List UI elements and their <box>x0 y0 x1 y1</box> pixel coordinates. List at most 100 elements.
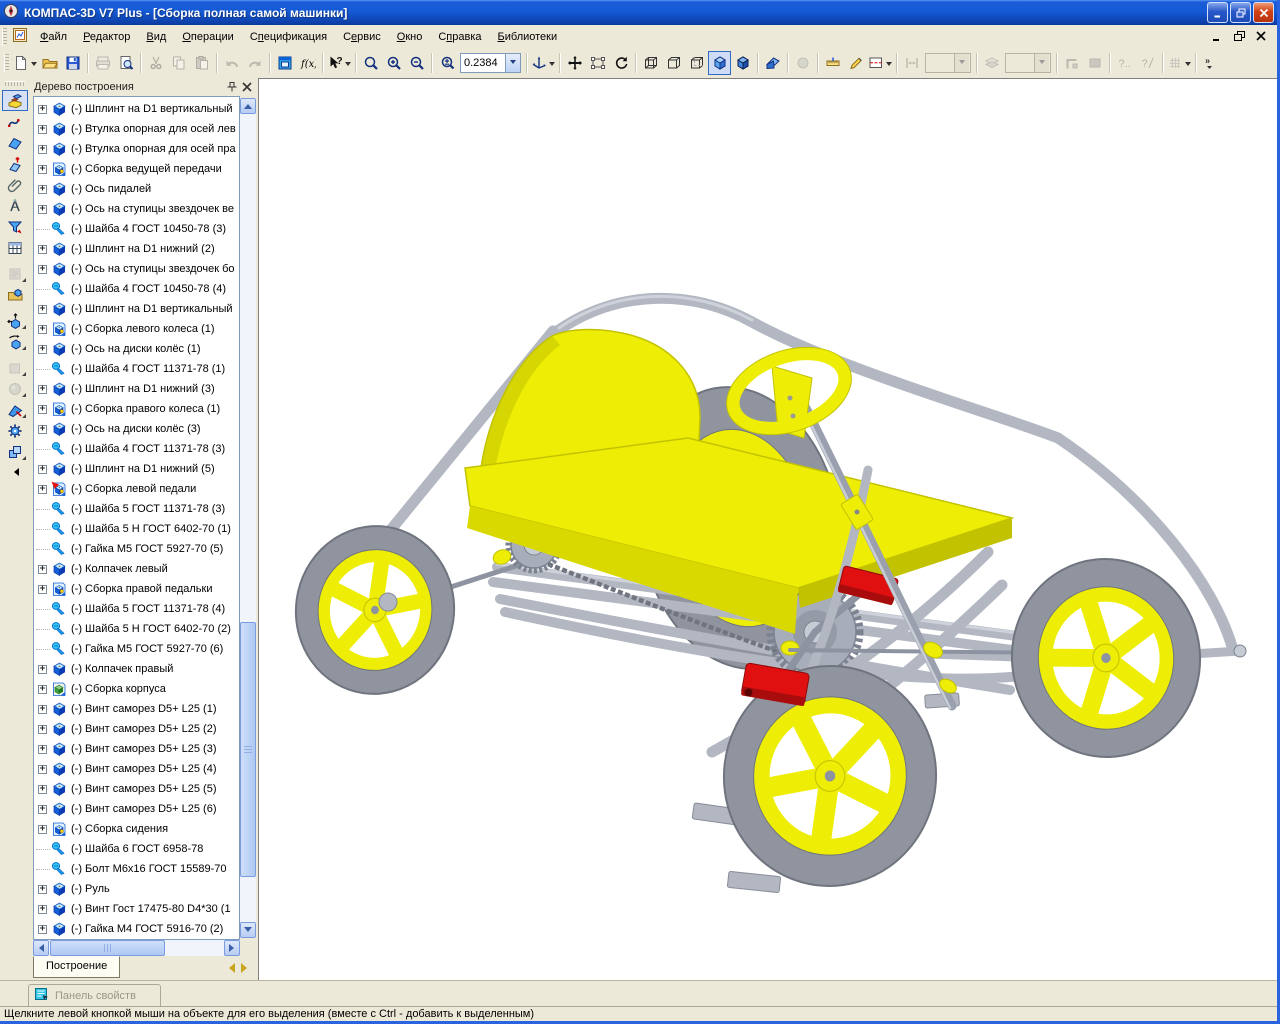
what-object-button[interactable]: ? <box>1136 51 1159 75</box>
tree-item[interactable]: (-) Шайба 4 ГОСТ 10450-78 (4) <box>36 279 239 299</box>
scroll-up-button[interactable] <box>240 98 256 114</box>
close-button[interactable] <box>1253 2 1274 23</box>
tree-item[interactable]: +(-) Сборка корпуса <box>36 679 239 699</box>
section-view-button[interactable] <box>867 51 893 75</box>
combo-dropdown-icon[interactable] <box>505 54 520 72</box>
mdi-close-button[interactable] <box>1253 30 1269 44</box>
tree-item[interactable]: (-) Шайба 4 ГОСТ 11371-78 (3) <box>36 439 239 459</box>
new-document-button[interactable] <box>12 51 38 75</box>
tree-expander[interactable]: + <box>38 585 47 594</box>
attachments-button[interactable] <box>2 174 28 195</box>
tree-expander[interactable]: + <box>38 265 47 274</box>
pin-icon[interactable] <box>224 80 239 94</box>
menu-5[interactable]: Сервис <box>335 28 389 46</box>
tree-item[interactable]: +(-) Шплинт на D1 вертикальный <box>36 299 239 319</box>
tab-scroll-left-icon[interactable] <box>224 963 235 973</box>
flyout-arrow-icon[interactable] <box>10 468 19 476</box>
restore-button[interactable] <box>1230 2 1251 23</box>
tree-item[interactable]: (-) Шайба 6 ГОСТ 6958-78 <box>36 839 239 859</box>
rotate-view-button[interactable] <box>609 51 632 75</box>
tree-item[interactable]: (-) Шайба 5 ГОСТ 11371-78 (4) <box>36 599 239 619</box>
tree-item[interactable]: +(-) Руль <box>36 879 239 899</box>
menu-3[interactable]: Операции <box>174 28 241 46</box>
tree-expander[interactable]: + <box>38 125 47 134</box>
tree-item[interactable]: +(-) Шплинт на D1 вертикальный <box>36 99 239 119</box>
frame-zoom-button[interactable] <box>586 51 609 75</box>
tree-expander[interactable]: + <box>38 205 47 214</box>
minimize-button[interactable] <box>1207 2 1228 23</box>
measure-compass-button[interactable] <box>2 195 28 216</box>
tree-expander[interactable]: + <box>38 665 47 674</box>
zoom-in-button[interactable] <box>382 51 405 75</box>
zoom-by-scale-button[interactable] <box>435 51 458 75</box>
library-folder-button[interactable] <box>2 284 28 305</box>
tree-expander[interactable]: + <box>38 705 47 714</box>
tree-item[interactable]: +(-) Сборка левой педали <box>36 479 239 499</box>
tree-expander[interactable]: + <box>38 905 47 914</box>
close-panel-icon[interactable] <box>239 80 254 94</box>
menu-0[interactable]: Файл <box>32 28 75 46</box>
dropdown-arrow-icon[interactable] <box>31 62 37 69</box>
redraw-brush-button[interactable] <box>844 51 867 75</box>
zoom-out-button[interactable] <box>405 51 428 75</box>
tree-expander[interactable]: + <box>38 405 47 414</box>
dropdown-arrow-icon[interactable] <box>1185 62 1191 69</box>
tree-item[interactable]: +(-) Винт саморез D5+ L25 (1) <box>36 699 239 719</box>
tree-item[interactable]: +(-) Шплинт на D1 нижний (5) <box>36 459 239 479</box>
tree-item[interactable]: (-) Шайба 4 ГОСТ 11371-78 (1) <box>36 359 239 379</box>
filter-funnel-button[interactable] <box>2 216 28 237</box>
tree-item[interactable]: +(-) Колпачек правый <box>36 659 239 679</box>
paste-button[interactable] <box>190 51 213 75</box>
grid-button[interactable] <box>1166 51 1192 75</box>
tree-item[interactable]: +(-) Втулка опорная для осей пра <box>36 139 239 159</box>
component-collections-button[interactable] <box>2 441 28 462</box>
placement-button[interactable] <box>2 357 28 378</box>
menu-4[interactable]: Спецификация <box>242 28 335 46</box>
tree-expander[interactable]: + <box>38 345 47 354</box>
tree-expander[interactable]: + <box>38 465 47 474</box>
help-cursor-button[interactable]: ? <box>326 51 352 75</box>
tab-construction[interactable]: Построение <box>33 956 120 978</box>
tree-item[interactable]: +(-) Ось на ступицы звездочек бо <box>36 259 239 279</box>
tree-item[interactable]: +(-) Винт саморез D5+ L25 (2) <box>36 719 239 739</box>
tree-expander[interactable]: + <box>38 425 47 434</box>
spacing-button[interactable] <box>900 51 923 75</box>
tree-expander[interactable]: + <box>38 685 47 694</box>
menu-1[interactable]: Редактор <box>75 28 138 46</box>
tree-expander[interactable]: + <box>38 565 47 574</box>
sphere-tool-button[interactable] <box>2 378 28 399</box>
tree-item[interactable]: (-) Гайка М5 ГОСТ 5927-70 (6) <box>36 639 239 659</box>
stamp-button[interactable] <box>1083 51 1106 75</box>
horizontal-scroll-thumb[interactable] <box>50 940 165 956</box>
open-document-button[interactable] <box>38 51 61 75</box>
tree-expander[interactable]: + <box>38 145 47 154</box>
half-section-button[interactable] <box>761 51 784 75</box>
tree-expander[interactable]: + <box>38 805 47 814</box>
tree-item[interactable]: +(-) Сборка правой педальки <box>36 579 239 599</box>
reports-button[interactable] <box>2 263 28 284</box>
rotate-component-button[interactable] <box>2 331 28 352</box>
tree-item[interactable]: +(-) Гайка М4 ГОСТ 5916-70 (2) <box>36 919 239 939</box>
tree-item[interactable]: (-) Болт М6х16 ГОСТ 15589-70 <box>36 859 239 879</box>
print-button[interactable] <box>91 51 114 75</box>
tree-expander[interactable]: + <box>38 485 47 494</box>
scroll-down-button[interactable] <box>240 922 256 938</box>
properties-panel-bar[interactable]: Панель свойств <box>28 984 161 1007</box>
pan-button[interactable] <box>563 51 586 75</box>
tree-expander[interactable]: + <box>38 825 47 834</box>
tree-item[interactable]: (-) Гайка М5 ГОСТ 5927-70 (5) <box>36 539 239 559</box>
toolbar-overflow-button[interactable]: » <box>1199 51 1222 75</box>
orientation-button[interactable] <box>530 51 556 75</box>
save-document-button[interactable] <box>61 51 84 75</box>
surface-patch-button[interactable] <box>2 132 28 153</box>
hidden-lines-button[interactable] <box>662 51 685 75</box>
tree-item[interactable]: +(-) Ось пидалей <box>36 179 239 199</box>
tree-item[interactable]: (-) Шайба 5 Н ГОСТ 6402-70 (1) <box>36 519 239 539</box>
toolbar-grip[interactable] <box>4 54 9 72</box>
tree-expander[interactable]: + <box>38 385 47 394</box>
menubar-grip[interactable] <box>2 28 7 46</box>
tree-item[interactable]: +(-) Сборка ведущей передачи <box>36 159 239 179</box>
shaded-button[interactable] <box>708 51 731 75</box>
tree-item[interactable]: +(-) Винт саморез D5+ L25 (6) <box>36 799 239 819</box>
tree-item[interactable]: +(-) Винт саморез D5+ L25 (3) <box>36 739 239 759</box>
